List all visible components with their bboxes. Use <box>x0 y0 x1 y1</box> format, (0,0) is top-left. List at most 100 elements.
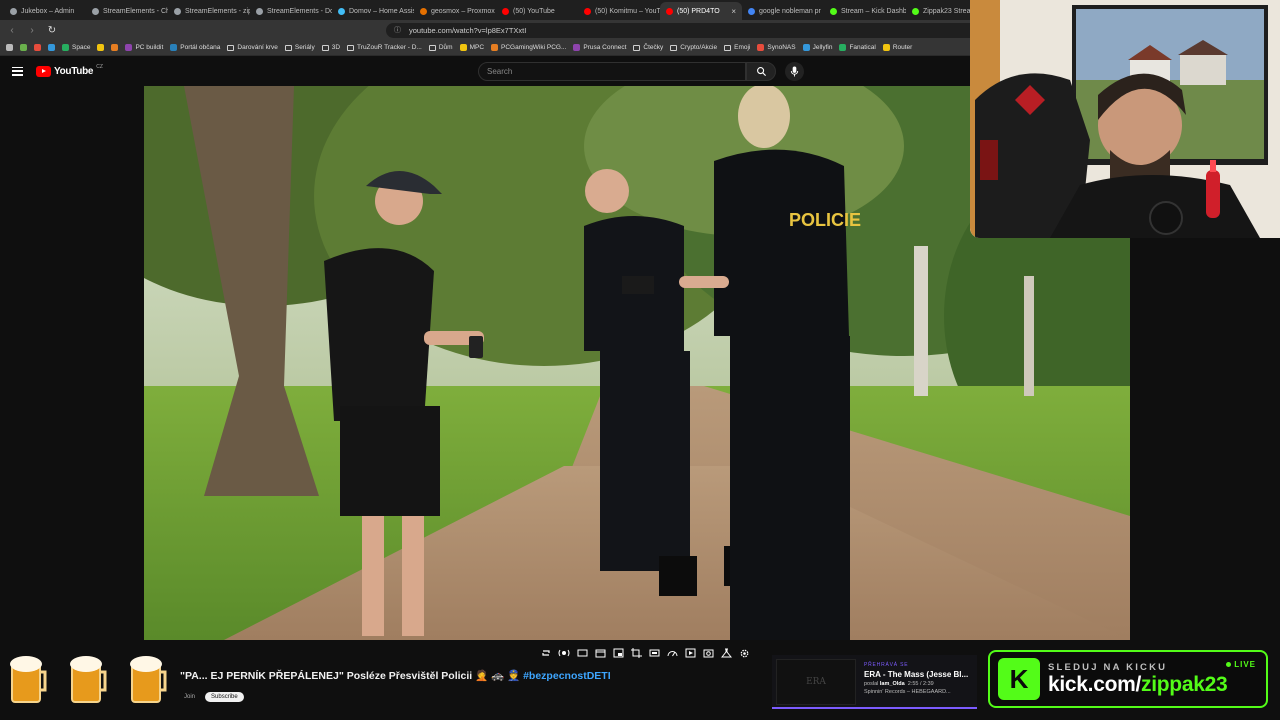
requested-by-prefix: poslal <box>864 681 879 687</box>
tab-title: StreamElements - zip <box>185 7 250 15</box>
record-label: Spinnin' Records – HEBEGAARD... <box>864 689 951 695</box>
browser-tab[interactable]: (50) PRD4TO × <box>660 2 742 20</box>
bookmark-item[interactable]: Fanatical <box>839 44 876 51</box>
url-field[interactable]: ⓘ youtube.com/watch?v=lp8Ex7TXxtI <box>386 22 986 38</box>
tab-title: Zippak23 Stream <box>923 7 977 15</box>
bookmark-item[interactable]: SynoNAS <box>757 44 796 51</box>
tab-title: google nobleman pr <box>759 7 821 15</box>
screenshot-icon[interactable] <box>702 647 714 659</box>
settings-icon[interactable] <box>738 647 750 659</box>
bookmark-icon <box>802 44 810 51</box>
theater-icon[interactable] <box>648 647 660 659</box>
tab-favicon-icon <box>256 7 263 15</box>
bookmark-icon <box>48 44 55 51</box>
reload-icon[interactable]: ↻ <box>46 25 58 36</box>
ambient-icon[interactable] <box>576 647 588 659</box>
subscribe-button[interactable]: Subscribe <box>205 692 244 702</box>
bookmark-label: Čtečky <box>643 44 664 51</box>
bookmark-item[interactable] <box>97 44 105 51</box>
tab-title: geosmox – Proxmox V <box>431 7 496 15</box>
bookmark-folder[interactable]: Darování krve <box>227 44 278 51</box>
bookmark-item[interactable] <box>111 44 119 51</box>
browser-tab[interactable]: Stream – Kick Dashb <box>824 2 906 20</box>
browser-tab[interactable]: StreamElements - zip <box>168 2 250 20</box>
browser-tab[interactable]: (50) Komitmu – YouTu <box>578 2 660 20</box>
bookmark-icon <box>491 44 499 51</box>
crop-icon[interactable] <box>630 647 642 659</box>
tab-title: StreamElements - Ch <box>103 7 168 15</box>
browser-tab[interactable]: Domov – Home Assis <box>332 2 414 20</box>
search-placeholder: Search <box>487 67 513 76</box>
folder-icon <box>347 44 355 51</box>
browser-tab[interactable]: Jukebox – Admin <box>4 2 86 20</box>
voice-search-button[interactable] <box>785 62 804 81</box>
join-button[interactable]: Join <box>184 694 195 700</box>
bookmark-item[interactable] <box>48 44 55 51</box>
bookmark-label: Fanatical <box>849 44 876 51</box>
browser-tab[interactable]: geosmox – Proxmox V <box>414 2 496 20</box>
tab-favicon-icon <box>10 7 17 15</box>
clip-icon[interactable] <box>594 647 606 659</box>
tab-title: Domov – Home Assis <box>349 7 414 15</box>
menu-icon[interactable] <box>12 66 23 76</box>
search-input[interactable]: Search <box>478 62 746 81</box>
bookmark-item[interactable] <box>6 44 13 51</box>
bookmark-icon <box>125 44 133 51</box>
now-playing-info: PŘEHRÁVÁ SE ERA - The Mass (Jesse Bl... … <box>864 659 968 703</box>
bookmark-folder[interactable]: Čtečky <box>633 44 663 51</box>
tab-favicon-icon <box>420 7 427 15</box>
tab-favicon-icon <box>92 7 99 15</box>
bookmark-folder[interactable]: Seriály <box>284 44 315 51</box>
stereo-icon[interactable] <box>558 647 570 659</box>
bookmark-item[interactable]: Space <box>62 44 90 51</box>
tab-title: Stream – Kick Dashb <box>841 7 906 15</box>
bookmark-icon <box>111 44 119 51</box>
bookmark-folder[interactable]: Dům <box>428 44 453 51</box>
microphone-icon <box>790 66 799 77</box>
bookmark-folder[interactable]: Crypto/Akcie <box>670 44 717 51</box>
folder-icon <box>321 44 329 51</box>
bookmark-item[interactable] <box>34 44 41 51</box>
bookmark-folder[interactable]: 3D <box>321 44 341 51</box>
hashtag-link[interactable]: #bezpecnostDETI <box>523 670 611 682</box>
miniplayer-icon[interactable] <box>612 647 624 659</box>
youtube-logo[interactable]: YouTube CZ <box>36 63 103 77</box>
speed-icon[interactable] <box>666 647 678 659</box>
filter-icon[interactable] <box>720 647 732 659</box>
bookmark-item[interactable]: PC buildit <box>125 44 163 51</box>
bookmark-item[interactable]: PCGamingWiki PCG... <box>491 44 566 51</box>
album-art: ERA <box>776 659 856 705</box>
bookmark-folder[interactable]: Emoji <box>724 44 750 51</box>
album-art-text: ERA <box>806 677 826 687</box>
tab-close-icon[interactable]: × <box>731 7 736 16</box>
bookmark-item[interactable]: Router <box>882 44 912 51</box>
bookmark-item[interactable]: Jellyfin <box>802 44 832 51</box>
browser-tab[interactable]: StreamElements - Ch <box>86 2 168 20</box>
kick-url-channel: zippak23 <box>1141 672 1228 696</box>
video-title-text: "PA... EJ PERNÍK PŘEPÁLENEJ" Posléze Pře… <box>180 670 524 682</box>
bookmark-label: TruZouR Tracker - D... <box>357 44 422 51</box>
search-button[interactable] <box>746 62 776 81</box>
forward-icon[interactable]: › <box>26 25 38 36</box>
bookmark-item[interactable]: Prusa Connect <box>573 44 626 51</box>
bookmark-item[interactable]: MPC <box>459 44 484 51</box>
beer-icon <box>8 652 48 704</box>
player-controls <box>540 645 750 661</box>
tab-favicon-icon <box>502 7 509 15</box>
webcam-frame <box>970 0 1280 238</box>
bookmark-label: 3D <box>331 44 341 51</box>
loop-icon[interactable] <box>540 647 552 659</box>
back-icon[interactable]: ‹ <box>6 25 18 36</box>
country-code: CZ <box>96 63 103 70</box>
bookmark-folder[interactable]: TruZouR Tracker - D... <box>347 44 422 51</box>
pip-icon[interactable] <box>684 647 696 659</box>
browser-tab[interactable]: (50) YouTube <box>496 2 578 20</box>
site-info-icon[interactable]: ⓘ <box>394 25 401 35</box>
browser-tab[interactable]: StreamElements - Do <box>250 2 332 20</box>
bookmark-icon <box>34 44 41 51</box>
bookmark-item[interactable] <box>20 44 27 51</box>
tab-favicon-icon <box>584 7 591 15</box>
tab-favicon-icon <box>748 7 755 15</box>
browser-tab[interactable]: google nobleman pr <box>742 2 824 20</box>
bookmark-item[interactable]: Portál občana <box>170 44 220 51</box>
